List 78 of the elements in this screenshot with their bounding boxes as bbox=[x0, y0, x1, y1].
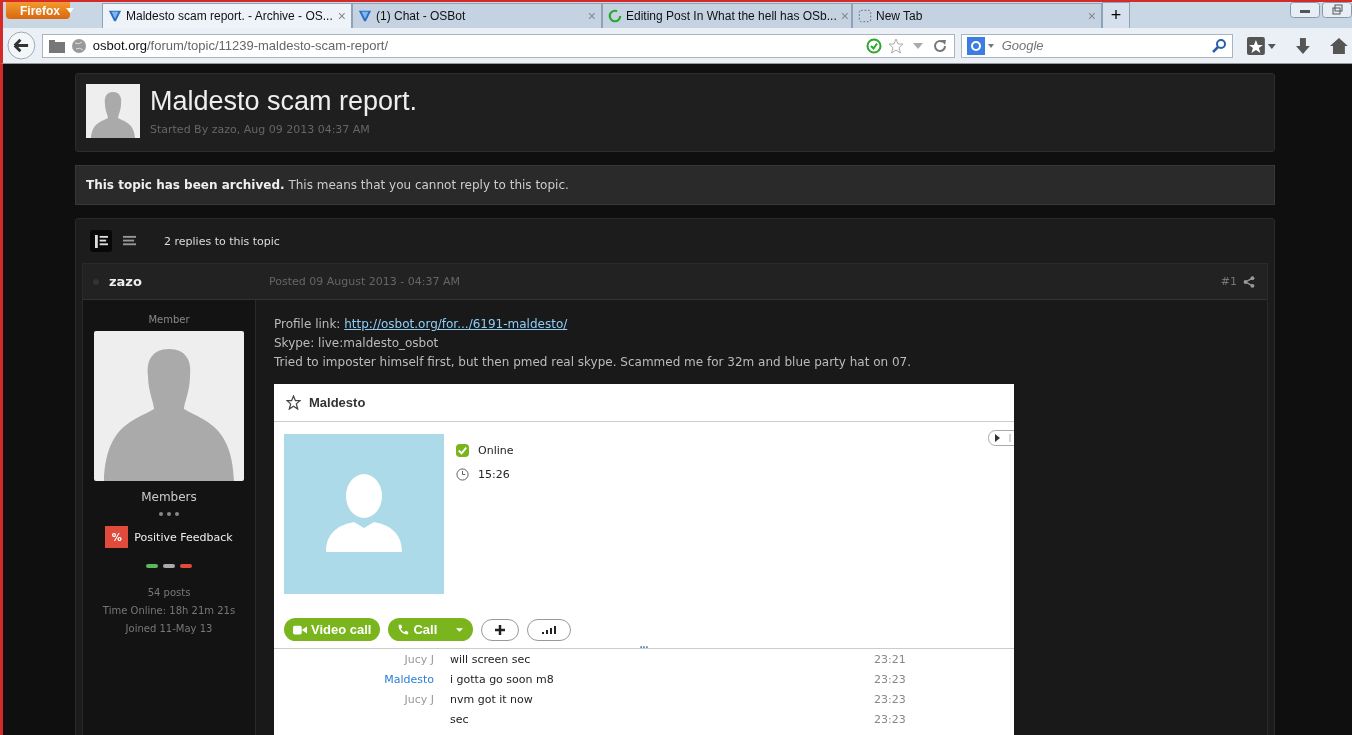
archived-notice: This topic has been archived. This means that you cannot reply to this topic. bbox=[75, 165, 1275, 205]
member-stat: Joined 11-May 13 bbox=[125, 622, 213, 636]
browser-tab[interactable]: Maldesto scam report. - Archive - OS... × bbox=[102, 3, 352, 28]
message-time: 23:23 bbox=[874, 712, 906, 726]
tab-title: New Tab bbox=[876, 9, 924, 23]
clock-icon bbox=[456, 467, 469, 481]
rank-dots-icon bbox=[159, 512, 179, 516]
message-text: sec bbox=[450, 712, 470, 726]
message-text: nvm got it now bbox=[450, 692, 534, 706]
search-engine-icon[interactable] bbox=[966, 36, 995, 55]
signal-strength-icon bbox=[527, 618, 572, 641]
full-view-icon bbox=[94, 234, 108, 248]
minimize-icon[interactable] bbox=[1290, 2, 1320, 18]
tab-title: Editing Post In What the hell has OSb... bbox=[626, 9, 837, 23]
search-icon[interactable] bbox=[1210, 37, 1227, 54]
new-tab-button[interactable]: + bbox=[1102, 2, 1130, 28]
message-sender: Jucy J bbox=[404, 692, 434, 706]
profile-link[interactable]: http://osbot.org/for.../6191-maldesto/ bbox=[344, 317, 568, 331]
post-text: Tried to imposter himself first, but then pmed real skype. Scammed me for 32m and blue party hat on 07. bbox=[274, 354, 913, 371]
folder-icon bbox=[48, 37, 65, 54]
message-sender: Maldesto bbox=[384, 672, 434, 686]
blank-page-icon bbox=[858, 9, 872, 23]
address-bar[interactable]: osbot.org/forum/topic/11239-maldesto-scam-report/ bbox=[41, 33, 955, 58]
author-name[interactable]: zazo bbox=[109, 274, 269, 289]
restore-icon[interactable] bbox=[1322, 2, 1352, 18]
more-dots: ... bbox=[274, 641, 1014, 649]
message-time: 23:21 bbox=[874, 652, 906, 666]
reload-icon[interactable] bbox=[931, 37, 948, 54]
add-button-icon bbox=[481, 618, 520, 641]
phone-icon bbox=[397, 623, 410, 636]
video-camera-icon bbox=[293, 624, 307, 635]
browser-tab[interactable]: (1) Chat - OSBot × bbox=[352, 3, 602, 28]
message-time: 23:23 bbox=[874, 672, 906, 686]
tab-title: (1) Chat - OSBot bbox=[376, 9, 467, 23]
feedback-label: Positive Feedback bbox=[134, 530, 233, 544]
topic-meta: Started By zazo, Aug 09 2013 04:37 AM bbox=[150, 123, 371, 136]
loading-icon bbox=[608, 9, 622, 23]
status-text: Online bbox=[478, 443, 514, 457]
caret-icon bbox=[455, 626, 465, 633]
view-mode-button[interactable] bbox=[90, 230, 112, 252]
browser-tab[interactable]: New Tab × bbox=[852, 3, 1102, 28]
back-icon[interactable] bbox=[7, 31, 36, 60]
member-stat: 54 posts bbox=[147, 586, 191, 600]
list-view-icon bbox=[122, 234, 136, 248]
tab-title: Maldesto scam report. - Archive - OS... bbox=[126, 9, 334, 23]
profile-label: Profile link: bbox=[274, 317, 341, 331]
contact-name: Maldesto bbox=[309, 395, 366, 410]
bookmarks-icon[interactable] bbox=[1246, 36, 1277, 55]
star-icon bbox=[286, 395, 301, 410]
search-field[interactable]: Google bbox=[960, 33, 1233, 58]
post-date: Posted 09 August 2013 - 04:37 AM bbox=[269, 275, 460, 288]
star-icon[interactable] bbox=[887, 37, 904, 54]
logo-icon bbox=[108, 9, 122, 23]
avatar-icon bbox=[86, 84, 140, 138]
message-text: will screen sec bbox=[450, 652, 532, 666]
avatar-icon bbox=[94, 331, 244, 481]
share-icon[interactable] bbox=[1243, 275, 1255, 288]
globe-icon bbox=[70, 37, 87, 54]
reply-count: 2 replies to this topic bbox=[164, 234, 280, 248]
member-group: Members bbox=[141, 490, 197, 504]
contact-avatar-icon bbox=[284, 434, 444, 594]
check-icon bbox=[865, 37, 882, 54]
message-sender: Jucy J bbox=[404, 652, 434, 666]
member-rank: Member bbox=[148, 314, 190, 325]
logo-icon bbox=[358, 9, 372, 23]
url-text: osbot.org/forum/topic/11239-maldesto-scam-report/ bbox=[92, 38, 390, 53]
feedback-bars-icon bbox=[146, 564, 192, 568]
home-icon[interactable] bbox=[1330, 36, 1348, 55]
message-text: i gotta go soon m8 bbox=[450, 672, 555, 686]
member-stat: Time Online: 18h 21m 21s bbox=[102, 604, 236, 618]
local-time: 15:26 bbox=[478, 467, 510, 481]
browser-tab[interactable]: Editing Post In What the hell has OSb... × bbox=[602, 3, 852, 28]
online-status-icon bbox=[456, 443, 469, 457]
topic-title: Maldesto scam report. bbox=[150, 86, 418, 117]
post-number[interactable]: #1 bbox=[1220, 275, 1237, 288]
message-time: 23:23 bbox=[874, 692, 906, 706]
feedback-badge: % bbox=[105, 526, 129, 548]
skype-line: Skype: live:maldesto_osbot bbox=[274, 335, 440, 352]
